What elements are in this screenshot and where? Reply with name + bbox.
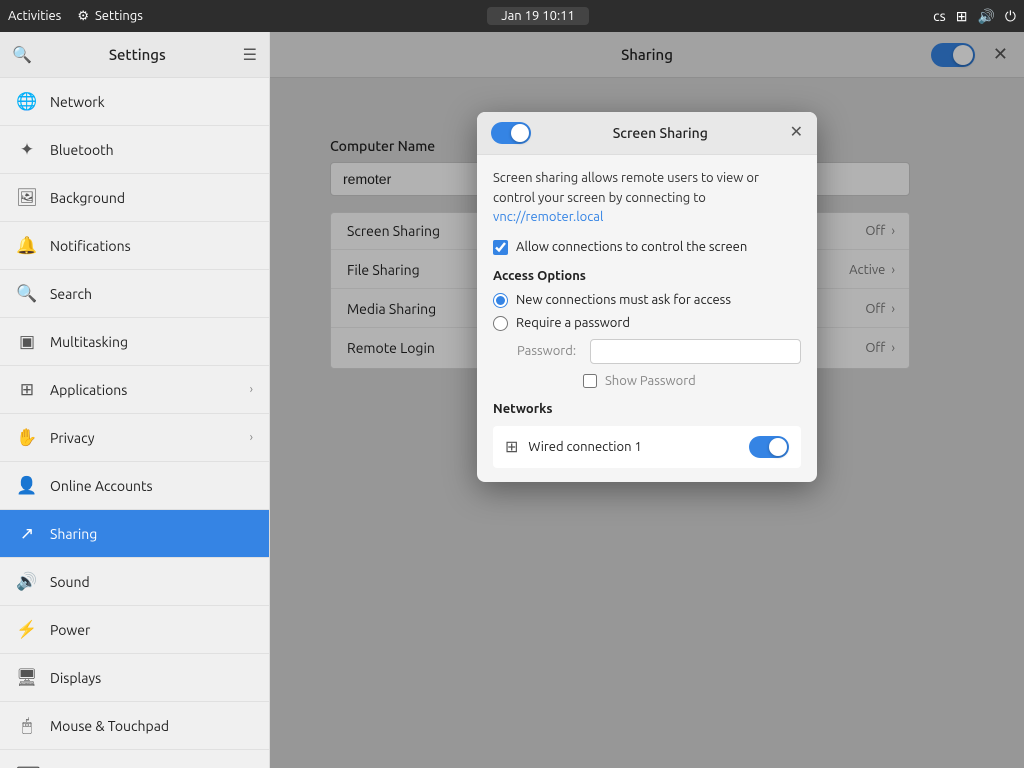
password-label: Password: (517, 344, 582, 358)
topbar-settings-label[interactable]: ⚙ Settings (77, 9, 143, 24)
gear-icon: ⚙ (77, 9, 89, 24)
applications-icon: ⊞ (16, 380, 38, 400)
topbar-right: cs ⊞ 🔊 ⏻ (933, 8, 1016, 25)
sidebar-item-applications[interactable]: ⊞ Applications › (0, 366, 269, 414)
keyboard-icon: ⌨ (16, 764, 38, 768)
wired-connection-name: Wired connection 1 (528, 440, 739, 454)
show-password-label[interactable]: Show Password (605, 374, 696, 388)
mouse-icon: 🖱 (16, 716, 38, 736)
networks-title: Networks (493, 402, 801, 416)
sidebar-search-button[interactable]: 🔍 (12, 45, 32, 65)
radio-password[interactable] (493, 316, 508, 331)
notifications-icon: 🔔 (16, 236, 38, 256)
sidebar-item-label-mouse-touchpad: Mouse & Touchpad (50, 718, 169, 734)
sharing-icon: ↗ (16, 524, 38, 544)
sidebar-menu-button[interactable]: ☰ (243, 45, 257, 65)
sidebar-item-label-network: Network (50, 94, 105, 110)
sidebar-item-mouse-touchpad[interactable]: 🖱 Mouse & Touchpad (0, 702, 269, 750)
sidebar-item-label-background: Background (50, 190, 125, 206)
wired-connection-icon: ⊞ (505, 437, 518, 456)
show-password-checkbox[interactable] (583, 374, 597, 388)
dialog-title: Screen Sharing (541, 125, 780, 141)
password-input[interactable] (590, 339, 801, 364)
sidebar-item-label-sound: Sound (50, 574, 90, 590)
dialog-overlay: Screen Sharing ✕ Screen sharing allows r… (270, 32, 1024, 768)
network-status-icon[interactable]: ⊞ (956, 8, 968, 25)
sidebar-item-label-bluetooth: Bluetooth (50, 142, 114, 158)
sidebar-header: 🔍 Settings ☰ (0, 32, 269, 78)
sidebar-item-label-search: Search (50, 286, 92, 302)
radio-password-row: Require a password (493, 316, 801, 331)
network-row: ⊞ Wired connection 1 (493, 426, 801, 468)
dialog-body: Screen sharing allows remote users to vi… (477, 155, 817, 482)
show-password-row: Show Password (583, 374, 801, 388)
radio-ask-row: New connections must ask for access (493, 293, 801, 308)
wired-connection-toggle[interactable] (749, 436, 789, 458)
radio-password-label[interactable]: Require a password (516, 316, 630, 330)
sidebar-item-search[interactable]: 🔍 Search (0, 270, 269, 318)
sidebar-item-label-multitasking: Multitasking (50, 334, 128, 350)
power-icon: ⚡ (16, 620, 38, 640)
privacy-icon: ✋ (16, 428, 38, 448)
dialog-description: Screen sharing allows remote users to vi… (493, 169, 801, 228)
sidebar-item-network[interactable]: 🌐 Network (0, 78, 269, 126)
sidebar: 🔍 Settings ☰ 🌐 Network ✦ Bluetooth 🖼 Bac… (0, 32, 270, 768)
sidebar-item-privacy[interactable]: ✋ Privacy › (0, 414, 269, 462)
sidebar-item-label-online-accounts: Online Accounts (50, 478, 153, 494)
sidebar-item-power[interactable]: ⚡ Power (0, 606, 269, 654)
sidebar-item-online-accounts[interactable]: 👤 Online Accounts (0, 462, 269, 510)
allow-control-checkbox[interactable] (493, 240, 508, 255)
sidebar-item-background[interactable]: 🖼 Background (0, 174, 269, 222)
sidebar-item-label-notifications: Notifications (50, 238, 131, 254)
vnc-link[interactable]: vnc://remoter.local (493, 210, 603, 224)
user-initials[interactable]: cs (933, 8, 946, 24)
dialog-close-button[interactable]: ✕ (790, 125, 803, 141)
displays-icon: 🖥 (16, 668, 38, 688)
sidebar-item-multitasking[interactable]: ▣ Multitasking (0, 318, 269, 366)
allow-control-label[interactable]: Allow connections to control the screen (516, 240, 747, 254)
sidebar-item-bluetooth[interactable]: ✦ Bluetooth (0, 126, 269, 174)
topbar-left: Activities ⚙ Settings (8, 9, 143, 24)
sidebar-item-notifications[interactable]: 🔔 Notifications (0, 222, 269, 270)
sidebar-item-label-sharing: Sharing (50, 526, 97, 542)
search-icon: 🔍 (16, 284, 38, 304)
sidebar-item-label-displays: Displays (50, 670, 101, 686)
network-icon: 🌐 (16, 92, 38, 112)
dialog-toggle[interactable] (491, 122, 531, 144)
topbar-datetime: Jan 19 10:11 (487, 7, 589, 25)
sidebar-item-label-privacy: Privacy (50, 430, 94, 446)
sidebar-item-sound[interactable]: 🔊 Sound (0, 558, 269, 606)
bluetooth-icon: ✦ (16, 140, 38, 160)
sound-icon: 🔊 (16, 572, 38, 592)
sidebar-item-displays[interactable]: 🖥 Displays (0, 654, 269, 702)
radio-ask-label[interactable]: New connections must ask for access (516, 293, 731, 307)
online-accounts-icon: 👤 (16, 476, 38, 496)
sidebar-item-keyboard[interactable]: ⌨ Keyboard (0, 750, 269, 768)
radio-ask[interactable] (493, 293, 508, 308)
background-icon: 🖼 (16, 188, 38, 208)
access-options-title: Access Options (493, 269, 801, 283)
applications-arrow-icon: › (250, 383, 253, 396)
dialog-header: Screen Sharing ✕ (477, 112, 817, 155)
allow-control-row: Allow connections to control the screen (493, 240, 801, 255)
volume-icon[interactable]: 🔊 (977, 8, 994, 25)
screen-sharing-dialog: Screen Sharing ✕ Screen sharing allows r… (477, 112, 817, 482)
main-container: 🔍 Settings ☰ 🌐 Network ✦ Bluetooth 🖼 Bac… (0, 32, 1024, 768)
password-row: Password: (517, 339, 801, 364)
sidebar-item-label-applications: Applications (50, 382, 127, 398)
sidebar-title: Settings (40, 46, 235, 63)
multitasking-icon: ▣ (16, 332, 38, 352)
sidebar-item-label-power: Power (50, 622, 90, 638)
power-icon[interactable]: ⏻ (1005, 8, 1016, 25)
sidebar-item-sharing[interactable]: ↗ Sharing (0, 510, 269, 558)
privacy-arrow-icon: › (250, 431, 253, 444)
content-area: Sharing ✕ Computer Name Screen Sharing O… (270, 32, 1024, 768)
topbar: Activities ⚙ Settings Jan 19 10:11 cs ⊞ … (0, 0, 1024, 32)
activities-button[interactable]: Activities (8, 9, 61, 23)
